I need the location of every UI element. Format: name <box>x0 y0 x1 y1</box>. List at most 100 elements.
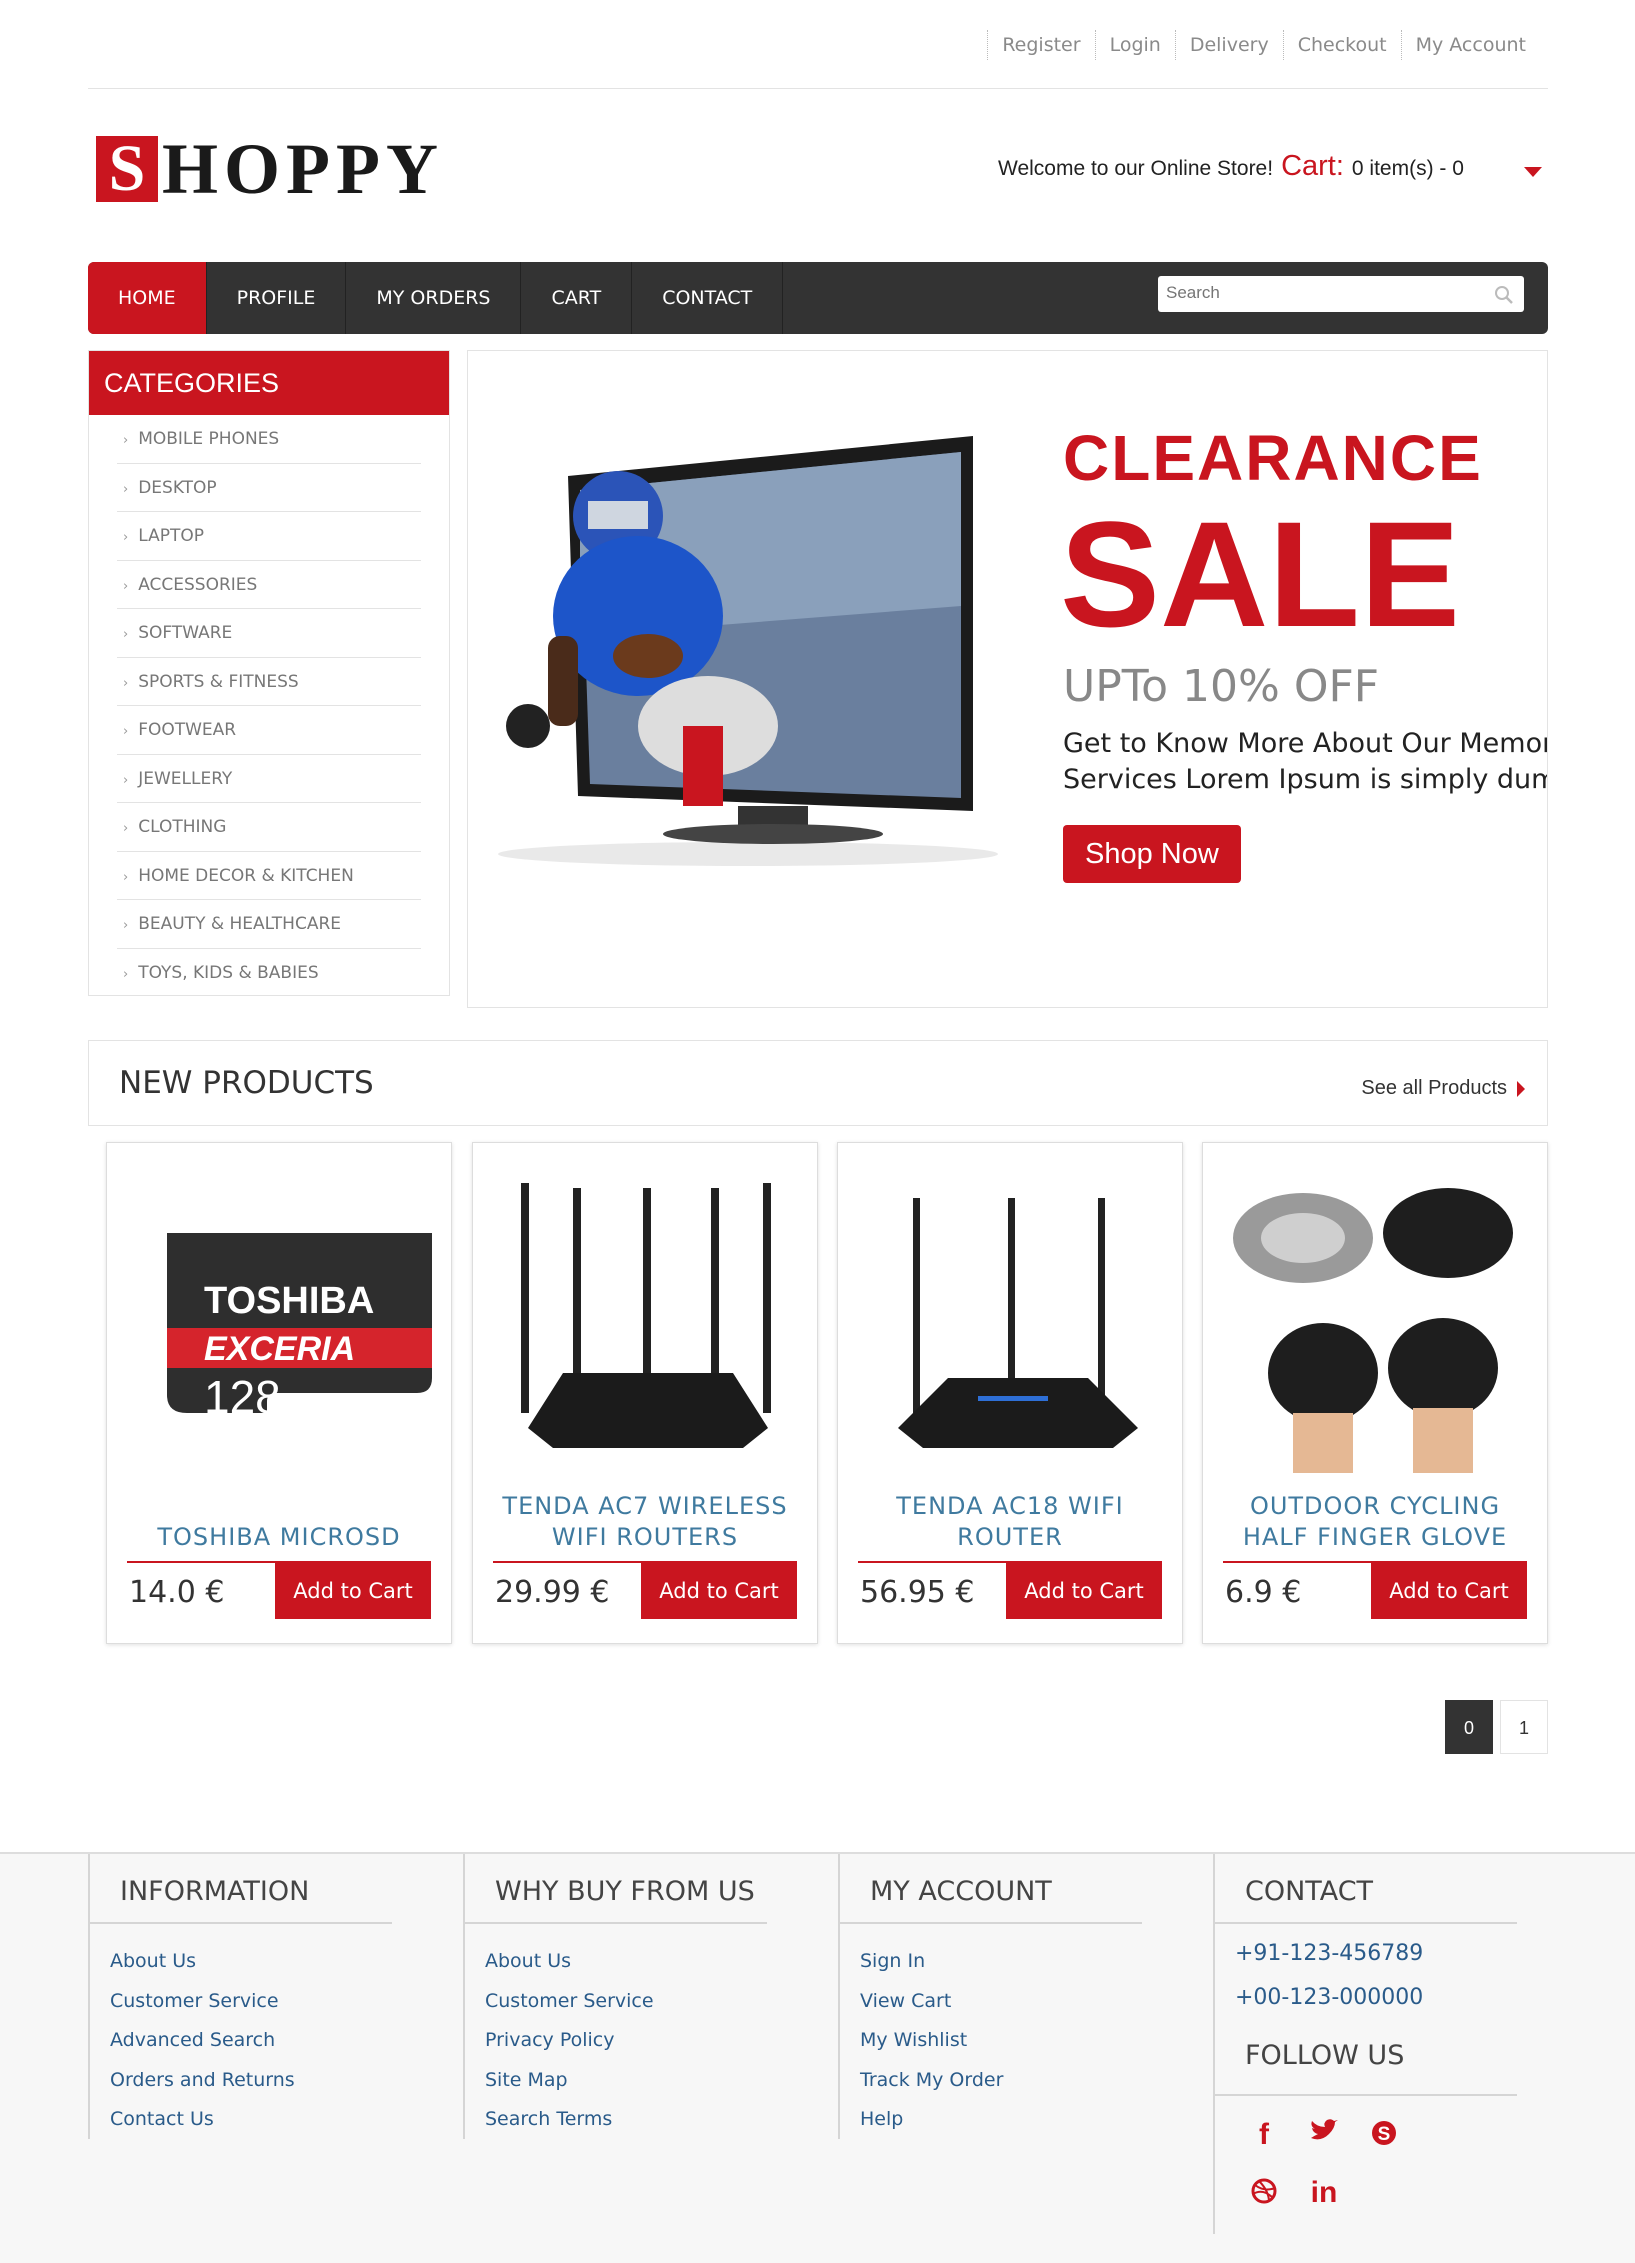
chevron-right-icon: › <box>123 724 129 739</box>
nav-profile[interactable]: PROFILE <box>207 262 347 334</box>
footer-link[interactable]: Orders and Returns <box>110 2061 392 2101</box>
footer-link[interactable]: My Wishlist <box>860 2021 1142 2061</box>
footer-link[interactable]: Track My Order <box>860 2061 1142 2101</box>
category-item[interactable]: › LAPTOP <box>117 512 421 561</box>
footer-link[interactable]: Privacy Policy <box>485 2021 767 2061</box>
add-to-cart-button[interactable]: Add to Cart <box>641 1563 797 1619</box>
chevron-right-icon: › <box>123 481 129 497</box>
add-to-cart-button[interactable]: Add to Cart <box>1006 1563 1162 1619</box>
footer-link[interactable]: About Us <box>110 1942 392 1982</box>
nav-contact[interactable]: CONTACT <box>632 262 784 334</box>
footer-link[interactable]: Contact Us <box>110 2100 392 2140</box>
contact-phone[interactable]: +00-123-000000 <box>1235 1976 1517 2020</box>
footer-heading: CONTACT <box>1215 1854 1517 1924</box>
footer-link[interactable]: Customer Service <box>485 1982 767 2022</box>
chevron-right-icon: › <box>123 675 129 691</box>
page-1-button[interactable]: 1 <box>1500 1700 1548 1754</box>
category-item[interactable]: › ACCESSORIES <box>117 561 421 609</box>
chevron-right-icon: › <box>123 627 129 642</box>
top-links: Register Login Delivery Checkout My Acco… <box>987 30 1540 60</box>
cart-label[interactable]: Cart: <box>1281 150 1344 183</box>
product-name[interactable]: TENDA AC18 WIFI ROUTER <box>848 1483 1172 1553</box>
category-item[interactable]: › CLOTHING <box>117 803 421 852</box>
delivery-link[interactable]: Delivery <box>1174 30 1283 60</box>
chevron-right-icon: › <box>123 530 129 545</box>
login-link[interactable]: Login <box>1094 30 1175 60</box>
chevron-right-icon: › <box>123 821 129 836</box>
linkedin-icon[interactable]: in <box>1309 2176 1339 2214</box>
chevron-right-icon: › <box>123 578 129 594</box>
page-0-button[interactable]: 0 <box>1445 1700 1493 1754</box>
chevron-right-icon: › <box>123 869 129 885</box>
category-item[interactable]: › FOOTWEAR <box>117 706 421 755</box>
category-item[interactable]: › SOFTWARE <box>117 609 421 658</box>
product-name[interactable]: TENDA AC7 WIRELESS WIFI ROUTERS <box>483 1483 807 1553</box>
nav-home[interactable]: HOME <box>88 262 207 334</box>
product-price: 6.9 € <box>1225 1575 1302 1610</box>
svg-text:S: S <box>1378 2124 1391 2145</box>
footer: INFORMATION About Us Customer Service Ad… <box>0 1852 1635 2263</box>
product-card[interactable]: TENDA AC18 WIFI ROUTER 56.95 € Add to Ca… <box>837 1142 1183 1644</box>
checkout-link[interactable]: Checkout <box>1282 30 1401 60</box>
category-item[interactable]: › SPORTS & FITNESS <box>117 658 421 706</box>
facebook-icon[interactable]: f <box>1249 2118 1279 2156</box>
category-item[interactable]: › JEWELLERY <box>117 755 421 803</box>
see-all-products-link[interactable]: See all Products <box>1361 1077 1525 1100</box>
my-account-link[interactable]: My Account <box>1400 30 1540 60</box>
category-item[interactable]: › MOBILE PHONES <box>117 415 421 464</box>
search-icon[interactable] <box>1494 285 1514 305</box>
promo-banner: CLEARANCE SALE UPTo 10% OFF Get to Know … <box>467 350 1548 1008</box>
banner-discount: UPTo 10% OFF <box>1063 661 1380 712</box>
product-image-router-ac7 <box>521 1183 771 1448</box>
category-item[interactable]: › BEAUTY & HEALTHCARE <box>117 900 421 949</box>
nav-my-orders[interactable]: MY ORDERS <box>346 262 522 334</box>
skype-icon[interactable]: S <box>1369 2118 1399 2156</box>
arrow-right-icon <box>1517 1080 1525 1097</box>
footer-link[interactable]: Sign In <box>860 1942 1142 1982</box>
svg-text:EXCERIA: EXCERIA <box>204 1330 355 1368</box>
register-link[interactable]: Register <box>987 30 1094 60</box>
product-price: 56.95 € <box>860 1575 975 1610</box>
product-image-microsd: TOSHIBA EXCERIA 128 <box>167 1233 432 1423</box>
cart-items[interactable]: 0 item(s) - 0 <box>1352 157 1464 181</box>
site-logo[interactable]: S HOPPY <box>96 133 444 205</box>
dribbble-icon[interactable] <box>1249 2176 1279 2214</box>
social-links: f S in <box>1215 2096 1435 2214</box>
product-image-router-ac18 <box>898 1198 1138 1448</box>
footer-information: INFORMATION About Us Customer Service Ad… <box>88 1854 392 2139</box>
svg-text:TOSHIBA: TOSHIBA <box>204 1280 374 1322</box>
footer-link[interactable]: Help <box>860 2100 1142 2140</box>
categories-list: › MOBILE PHONES › DESKTOP › LAPTOP › ACCESSO… <box>89 415 449 997</box>
product-price: 14.0 € <box>129 1575 225 1610</box>
new-products-title: NEW PRODUCTS <box>119 1065 374 1101</box>
footer-my-account: MY ACCOUNT Sign In View Cart My Wishlist… <box>838 1854 1142 2139</box>
category-item[interactable]: › HOME DECOR & KITCHEN <box>117 852 421 900</box>
footer-why-buy: WHY BUY FROM US About Us Customer Servic… <box>463 1854 767 2139</box>
footer-link[interactable]: Search Terms <box>485 2100 767 2140</box>
banner-headline: CLEARANCE <box>1063 422 1483 494</box>
product-name[interactable]: TOSHIBA MICROSD <box>117 1483 441 1553</box>
chevron-right-icon: › <box>123 918 129 933</box>
category-item[interactable]: › DESKTOP <box>117 464 421 512</box>
contact-phone[interactable]: +91-123-456789 <box>1235 1932 1517 1976</box>
product-card[interactable]: TOSHIBA EXCERIA 128 TOSHIBA MICROSD 14.0… <box>106 1142 452 1644</box>
logo-initial: S <box>96 136 158 202</box>
footer-link[interactable]: Site Map <box>485 2061 767 2101</box>
footer-link[interactable]: Advanced Search <box>110 2021 392 2061</box>
footer-link[interactable]: View Cart <box>860 1982 1142 2022</box>
category-item[interactable]: › TOYS, KIDS & BABIES <box>117 949 421 998</box>
footer-link[interactable]: About Us <box>485 1942 767 1982</box>
twitter-icon[interactable] <box>1309 2118 1339 2156</box>
footer-link[interactable]: Customer Service <box>110 1982 392 2022</box>
new-products-header: NEW PRODUCTS See all Products <box>88 1040 1548 1126</box>
search-input[interactable] <box>1158 276 1478 310</box>
cart-dropdown-icon[interactable] <box>1524 167 1542 177</box>
product-card[interactable]: TENDA AC7 WIRELESS WIFI ROUTERS 29.99 € … <box>472 1142 818 1644</box>
add-to-cart-button[interactable]: Add to Cart <box>275 1563 431 1619</box>
product-card[interactable]: OUTDOOR CYCLING HALF FINGER GLOVE 6.9 € … <box>1202 1142 1548 1644</box>
nav-cart[interactable]: CART <box>521 262 633 334</box>
welcome-bar: Welcome to our Online Store! Cart: 0 ite… <box>998 150 1464 183</box>
add-to-cart-button[interactable]: Add to Cart <box>1371 1563 1527 1619</box>
product-name[interactable]: OUTDOOR CYCLING HALF FINGER GLOVE <box>1213 1483 1537 1553</box>
shop-now-button[interactable]: Shop Now <box>1063 825 1241 883</box>
